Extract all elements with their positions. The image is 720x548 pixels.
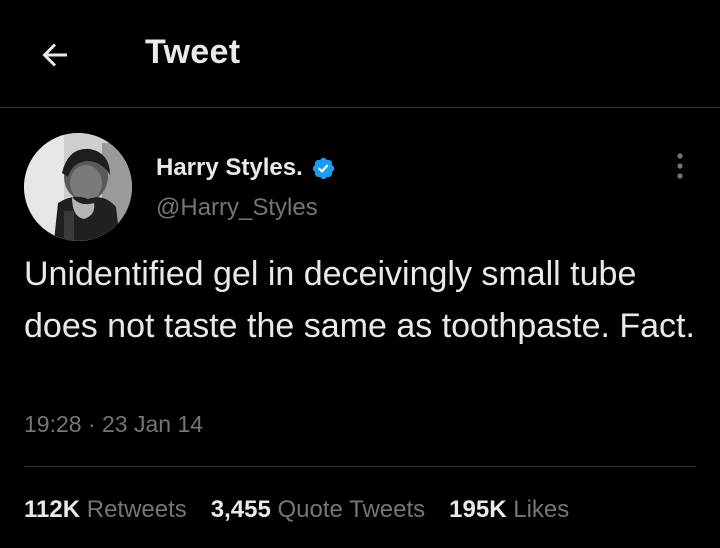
retweets-label: Retweets	[86, 496, 187, 523]
author-name-row[interactable]: Harry Styles.	[156, 152, 336, 184]
back-button[interactable]	[30, 30, 80, 80]
engagement-stats: 112K Retweets 3,455 Quote Tweets 195K Li…	[24, 496, 593, 524]
divider	[24, 466, 696, 467]
profile-photo	[24, 133, 132, 241]
avatar[interactable]	[24, 133, 132, 241]
more-vertical-icon	[677, 153, 683, 179]
tweet-text: Unidentified gel in deceivingly small tu…	[24, 255, 695, 345]
likes-label: Likes	[513, 496, 570, 523]
quote-tweets-label: Quote Tweets	[277, 496, 426, 523]
tweet-time: 19:28	[24, 411, 82, 437]
tweet-timestamp[interactable]: 19:28 · 23 Jan 14	[24, 411, 203, 438]
page-title: Tweet	[145, 33, 241, 71]
more-options-button[interactable]	[664, 148, 696, 184]
retweets-count: 112K	[24, 496, 81, 523]
likes-count: 195K	[449, 496, 507, 523]
author-handle[interactable]: @Harry_Styles	[156, 194, 318, 222]
meta-separator: ·	[87, 411, 96, 437]
quote-tweets-stat[interactable]: 3,455 Quote Tweets	[211, 496, 425, 524]
retweets-stat[interactable]: 112K Retweets	[24, 496, 187, 524]
top-bar: Tweet	[0, 0, 720, 108]
quote-tweets-count: 3,455	[210, 496, 271, 523]
verified-badge-icon	[312, 157, 334, 179]
author-display-name[interactable]: Harry Styles.	[156, 154, 303, 182]
likes-stat[interactable]: 195K Likes	[449, 496, 569, 524]
arrow-left-icon	[42, 43, 67, 67]
tweet-date: 23 Jan 14	[102, 411, 204, 437]
